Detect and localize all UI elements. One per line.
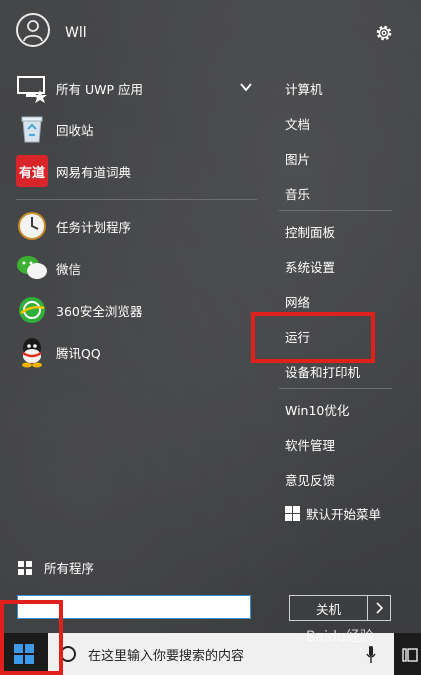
uwp-apps-icon	[16, 72, 48, 104]
divider	[16, 199, 257, 200]
divider	[279, 210, 392, 211]
shutdown-button[interactable]: 关机	[290, 596, 368, 620]
recycle-bin-icon	[16, 113, 48, 145]
app-label: 微信	[56, 261, 82, 277]
wechat-icon	[16, 252, 48, 284]
app-recycle-bin[interactable]: 回收站	[16, 111, 261, 147]
right-item-feedback[interactable]: 意见反馈	[285, 470, 335, 489]
right-item-settings[interactable]: 系统设置	[285, 257, 335, 276]
right-item-default-start-menu[interactable]: 默认开始菜单	[285, 504, 381, 523]
app-label: 腾讯QQ	[56, 345, 101, 361]
microphone-icon[interactable]	[366, 646, 376, 664]
all-programs-icon	[18, 560, 32, 575]
app-uwp[interactable]: 所有 UWP 应用	[16, 70, 261, 106]
task-view-icon[interactable]	[402, 647, 418, 663]
app-360-browser[interactable]: 360安全浏览器	[16, 292, 261, 328]
chevron-down-icon[interactable]	[240, 82, 252, 92]
right-item-pictures[interactable]: 图片	[285, 149, 310, 168]
360-browser-icon	[16, 294, 48, 326]
chevron-right-icon	[376, 602, 383, 614]
app-qq[interactable]: 腾讯QQ	[16, 334, 261, 370]
right-item-win10-optimize[interactable]: Win10优化	[285, 400, 349, 419]
user-avatar[interactable]	[16, 13, 50, 47]
right-item-devices-printers[interactable]: 设备和打印机	[285, 362, 360, 381]
right-item-network[interactable]: 网络	[285, 292, 310, 311]
highlight-start-box	[0, 600, 63, 675]
task-scheduler-icon	[16, 210, 48, 242]
divider	[279, 388, 392, 389]
app-label: 360安全浏览器	[56, 303, 143, 319]
right-item-computer[interactable]: 计算机	[285, 79, 323, 98]
app-label: 所有 UWP 应用	[56, 81, 143, 97]
qq-icon	[16, 336, 48, 368]
youdao-icon: 有道	[16, 155, 48, 187]
app-label: 回收站	[56, 122, 94, 138]
app-task-scheduler[interactable]: 任务计划程序	[16, 208, 261, 244]
user-name[interactable]: Wll	[65, 25, 87, 41]
right-item-documents[interactable]: 文档	[285, 114, 310, 133]
shutdown-options-button[interactable]	[368, 596, 390, 620]
right-item-software-manager[interactable]: 软件管理	[285, 435, 335, 454]
taskbar-search-placeholder: 在这里输入你要搜索的内容	[88, 648, 245, 664]
all-programs-button[interactable]: 所有程序	[18, 558, 94, 577]
app-label: 网易有道词典	[56, 164, 132, 180]
app-wechat[interactable]: 微信	[16, 250, 261, 286]
windows-logo-icon	[285, 506, 300, 521]
user-icon	[23, 20, 43, 42]
highlight-run-box	[251, 312, 375, 363]
app-youdao[interactable]: 有道 网易有道词典	[16, 153, 261, 189]
right-item-control-panel[interactable]: 控制面板	[285, 222, 335, 241]
app-label: 任务计划程序	[56, 219, 132, 235]
shutdown-control: 关机	[289, 595, 391, 621]
right-item-music[interactable]: 音乐	[285, 184, 310, 203]
watermark: Baidu经验	[306, 629, 374, 645]
gear-icon[interactable]	[374, 23, 394, 43]
